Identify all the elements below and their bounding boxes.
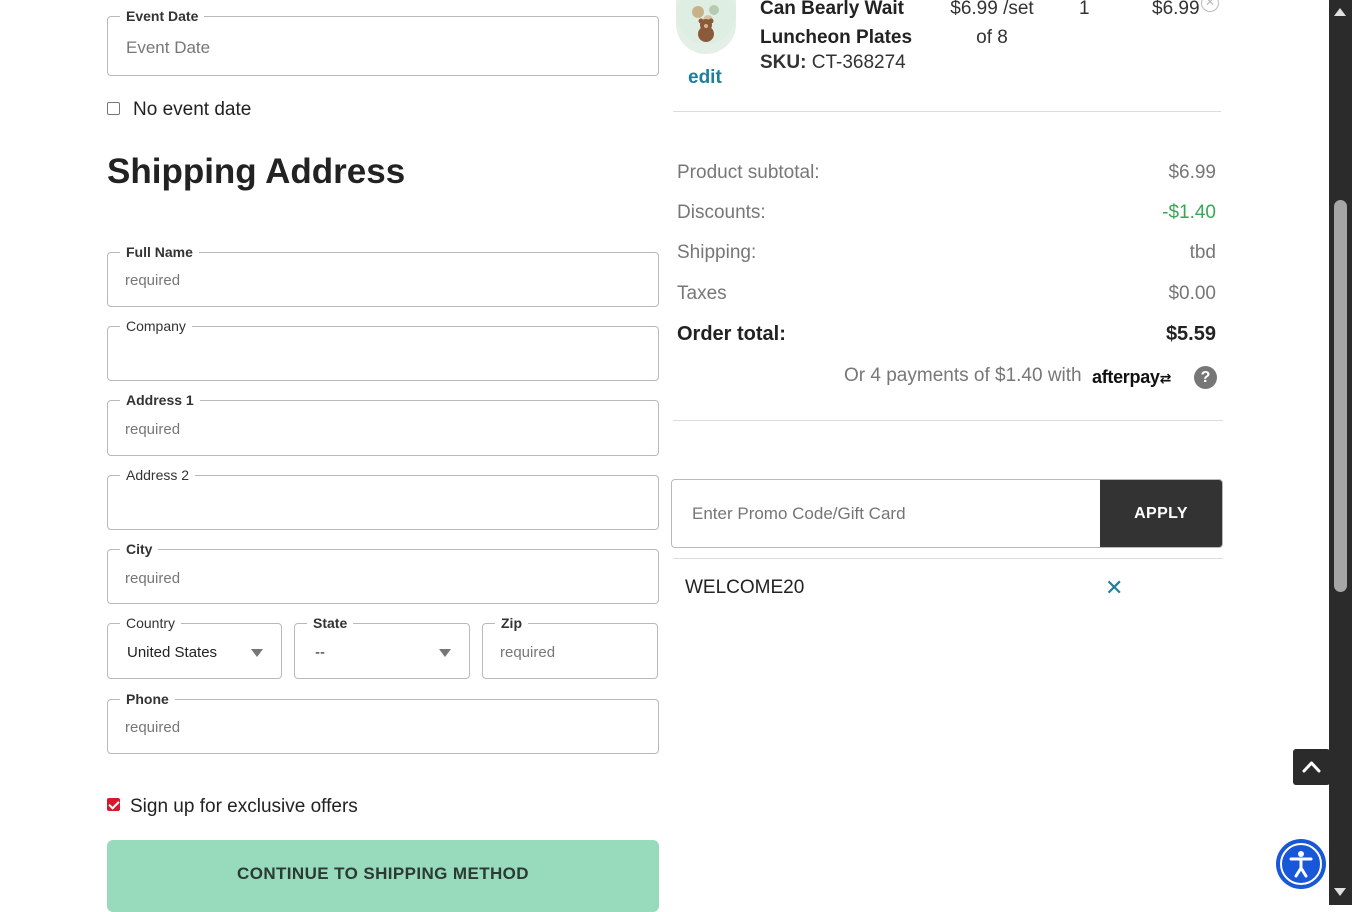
sku-value: CT-368274 [811, 52, 906, 73]
product-subtotal-label: Product subtotal: [677, 162, 820, 183]
afterpay-logo: afterpay⇄ [1092, 367, 1171, 388]
city-field[interactable]: City required [107, 541, 659, 604]
promo-code-form: APPLY [671, 479, 1223, 548]
product-thumbnail[interactable] [676, 0, 736, 54]
afterpay-arrows-icon: ⇄ [1159, 370, 1172, 386]
unit-price: $6.99 /set of 8 [942, 0, 1042, 52]
no-event-date-checkbox[interactable] [107, 102, 120, 115]
no-event-date-label: No event date [133, 99, 252, 120]
company-legend: Company [120, 318, 192, 334]
state-legend: State [307, 615, 354, 631]
scrollbar-thumb[interactable] [1334, 200, 1347, 592]
afterpay-text: Or 4 payments of $1.40 with [844, 365, 1082, 386]
unit-price-line1: $6.99 /set [950, 0, 1034, 19]
close-circle-icon[interactable]: ✕ [1201, 0, 1219, 12]
question-circle-icon[interactable]: ? [1194, 366, 1217, 389]
shipping-value: tbd [1189, 242, 1216, 263]
shipping-address-title: Shipping Address [107, 152, 406, 191]
chevron-up-icon [1302, 761, 1321, 773]
city-legend: City [120, 541, 159, 557]
event-date-placeholder: Event Date [126, 38, 211, 57]
phone-legend: Phone [120, 691, 175, 707]
taxes-value: $0.00 [1168, 283, 1216, 304]
product-name[interactable]: Can Bearly Wait Luncheon Plates [760, 0, 912, 52]
state-value: -- [315, 644, 325, 661]
item-quantity: 1 [1079, 0, 1090, 19]
product-sku: SKU: CT-368274 [760, 52, 906, 74]
scroll-down-arrow[interactable] [1334, 888, 1346, 896]
chevron-down-icon [251, 649, 263, 657]
event-date-field[interactable]: Event Date Event Date [107, 8, 659, 76]
country-value: United States [127, 644, 218, 661]
zip-legend: Zip [495, 615, 528, 631]
exclusive-offers-checkbox[interactable] [107, 798, 120, 811]
exclusive-offers-label: Sign up for exclusive offers [130, 796, 358, 817]
phone-placeholder: required [125, 719, 181, 736]
address2-field[interactable]: Address 2 [107, 467, 659, 530]
cart-divider [673, 111, 1221, 112]
teddy-bear-balloons-icon [676, 0, 736, 44]
state-select[interactable]: State -- [294, 615, 470, 679]
shipping-label: Shipping: [677, 242, 757, 263]
zip-field[interactable]: Zip required [482, 615, 658, 679]
discounts-label: Discounts: [677, 202, 766, 223]
full-name-legend: Full Name [120, 244, 199, 260]
close-icon[interactable]: ✕ [1105, 575, 1123, 601]
applied-promo-code: WELCOME20 [685, 577, 805, 598]
country-legend: Country [120, 615, 182, 631]
continue-to-shipping-method-button[interactable]: CONTINUE TO SHIPPING METHOD [107, 840, 659, 912]
taxes-label: Taxes [677, 283, 727, 304]
country-select[interactable]: Country United States [107, 615, 282, 679]
full-name-field[interactable]: Full Name required [107, 244, 659, 307]
promo-divider [673, 558, 1223, 559]
back-to-top-button[interactable] [1293, 749, 1330, 785]
company-field[interactable]: Company [107, 318, 659, 381]
accessibility-badge [1276, 839, 1326, 889]
product-name-line2: Luncheon Plates [760, 27, 913, 48]
sku-label: SKU: [760, 52, 807, 73]
item-total: $6.99 [1152, 0, 1200, 19]
unit-price-line2: of 8 [976, 27, 1008, 48]
accessibility-icon [1280, 843, 1322, 885]
city-placeholder: required [125, 570, 181, 587]
chevron-down-icon [439, 649, 451, 657]
scroll-up-arrow[interactable] [1334, 8, 1346, 16]
edit-item-link[interactable]: edit [688, 67, 722, 89]
zip-placeholder: required [500, 644, 556, 661]
event-date-legend: Event Date [120, 8, 205, 24]
phone-field[interactable]: Phone required [107, 691, 659, 754]
address1-field[interactable]: Address 1 required [107, 392, 659, 456]
product-subtotal-value: $6.99 [1168, 162, 1216, 183]
apply-button-label: APPLY [1134, 505, 1188, 522]
product-name-line1: Can Bearly Wait [760, 0, 904, 19]
address2-legend: Address 2 [120, 467, 196, 483]
apply-button[interactable]: APPLY [1100, 480, 1222, 547]
full-name-placeholder: required [125, 272, 181, 289]
address1-placeholder: required [125, 421, 181, 438]
address1-legend: Address 1 [120, 392, 200, 408]
order-total-value: $5.59 [1165, 323, 1216, 345]
order-total-label: Order total: [677, 323, 786, 345]
promo-code-input[interactable] [672, 480, 1100, 547]
summary-divider [673, 420, 1223, 421]
afterpay-brand: afterpay [1092, 367, 1160, 387]
discounts-value: -$1.40 [1162, 202, 1216, 223]
continue-button-label: CONTINUE TO SHIPPING METHOD [237, 864, 529, 883]
accessibility-button[interactable] [1274, 837, 1328, 891]
